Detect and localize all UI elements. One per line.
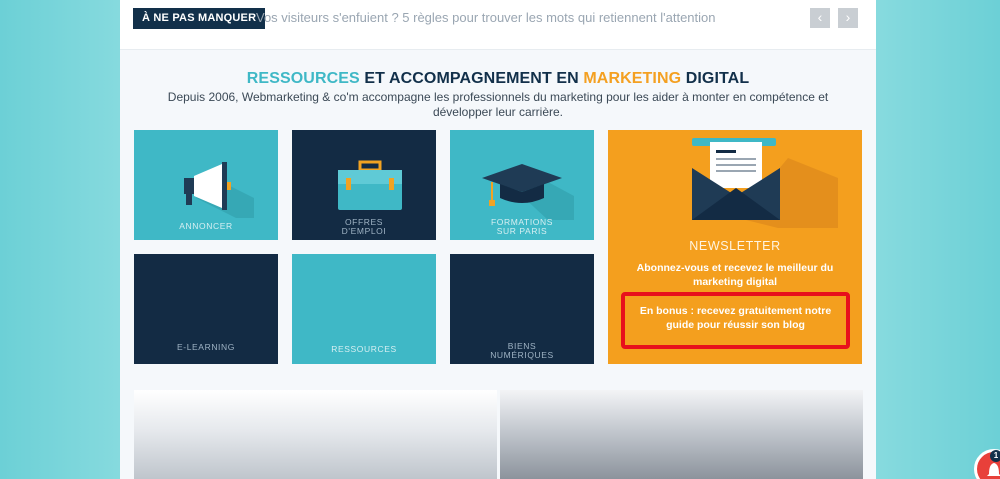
briefcase-icon [338,160,402,210]
tile-annoncer[interactable]: ANNONCER [134,130,278,240]
page-description: Depuis 2006, Webmarketing & co'm accompa… [167,90,829,119]
tile-biens-numeriques[interactable]: BIENS NUMÉRIQUES [450,254,594,364]
tile-label: RESSOURCES [331,344,397,354]
page-container: À NE PAS MANQUER Vos visiteurs s'enfuien… [120,0,876,479]
tile-offres-emploi[interactable]: OFFRES D'EMPLOI [292,130,436,240]
article-card[interactable] [134,390,497,479]
tile-ressources[interactable]: RESSOURCES [292,254,436,364]
newsletter-bonus-highlight: En bonus : recevez gratuitement notre gu… [621,292,850,349]
ticker-prev-button[interactable]: ‹ [810,8,830,28]
article-card[interactable] [500,390,863,479]
newsletter-title: NEWSLETTER [689,239,781,253]
notification-count-badge: 1 [990,450,1000,462]
newsletter-subtitle: Abonnez-vous et recevez le meilleur du m… [636,262,834,288]
ticker-badge: À NE PAS MANQUER [133,8,266,29]
title-middle: ET ACCOMPAGNEMENT EN [359,70,584,87]
news-ticker-bar: À NE PAS MANQUER Vos visiteurs s'enfuien… [120,0,876,50]
tile-label: FORMATIONS SUR PARIS [450,218,594,236]
tile-label: BIENS NUMÉRIQUES [450,342,594,360]
ticker-next-button[interactable]: › [838,8,858,28]
ticker-headline-link[interactable]: Vos visiteurs s'enfuient ? 5 règles pour… [256,10,716,25]
tile-formations[interactable]: FORMATIONS SUR PARIS [450,130,594,240]
title-marketing: MARKETING [583,70,682,87]
graduation-cap-icon [482,164,574,220]
tile-label-line2: SUR PARIS [496,226,548,236]
page-title: RESSOURCES ET ACCOMPAGNEMENT EN MARKETIN… [120,70,876,88]
newsletter-box[interactable]: NEWSLETTER Abonnez-vous et recevez le me… [608,130,862,364]
tile-label-line2: NUMÉRIQUES [490,350,554,360]
tile-label-line2: D'EMPLOI [341,226,387,236]
tile-label: E-LEARNING [177,342,235,352]
envelope-icon [692,138,838,228]
megaphone-icon [184,162,254,218]
title-ressources: RESSOURCES [246,70,360,87]
title-end: DIGITAL [681,70,750,87]
tile-e-learning[interactable]: E-LEARNING [134,254,278,364]
tile-label: OFFRES D'EMPLOI [292,218,436,236]
tile-label: ANNONCER [179,221,233,231]
